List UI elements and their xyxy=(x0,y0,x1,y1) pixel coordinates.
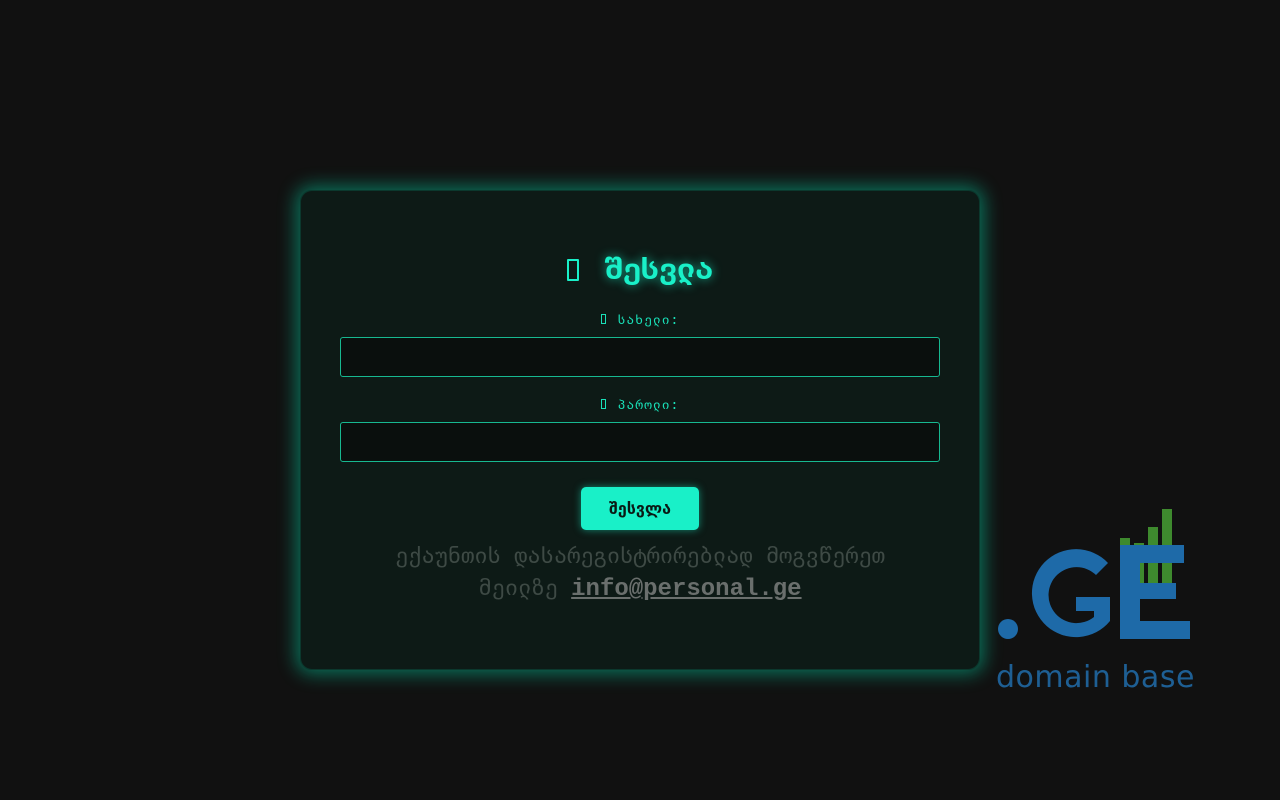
username-label-text: სახელი: xyxy=(617,313,680,328)
username-label: სახელი: xyxy=(300,312,980,330)
register-note: ექაუნთის დასარეგისტრირებლად მოგვწერეთ მე… xyxy=(300,541,980,606)
password-input[interactable] xyxy=(340,422,940,462)
register-note-line2: მეილზე info@personal.ge xyxy=(300,573,980,606)
lock-icon xyxy=(566,259,579,281)
password-label-text: პაროლი: xyxy=(617,398,680,413)
ge-tagline: domain base xyxy=(996,660,1195,695)
logo-letter-g xyxy=(1031,549,1110,638)
password-label: პაროლი: xyxy=(300,397,980,415)
username-input[interactable] xyxy=(340,337,940,377)
key-icon xyxy=(600,399,606,409)
user-icon xyxy=(600,314,606,324)
register-note-prefix: მეილზე xyxy=(478,576,558,601)
login-title-text: შესვლა xyxy=(604,252,714,287)
login-title: შესვლა xyxy=(300,250,980,290)
logo-letter-e xyxy=(1120,545,1190,639)
login-card: შესვლა სახელი: პაროლი: შესვლა ექაუნთის დ… xyxy=(300,190,980,670)
register-note-line1: ექაუნთის დასარეგისტრირებლად მოგვწერეთ xyxy=(394,544,886,569)
logo-dot xyxy=(998,619,1018,639)
page: შესვლა სახელი: პაროლი: შესვლა ექაუნთის დ… xyxy=(0,0,1280,800)
register-email-link[interactable]: info@personal.ge xyxy=(571,576,801,603)
login-button[interactable]: შესვლა xyxy=(581,487,699,530)
